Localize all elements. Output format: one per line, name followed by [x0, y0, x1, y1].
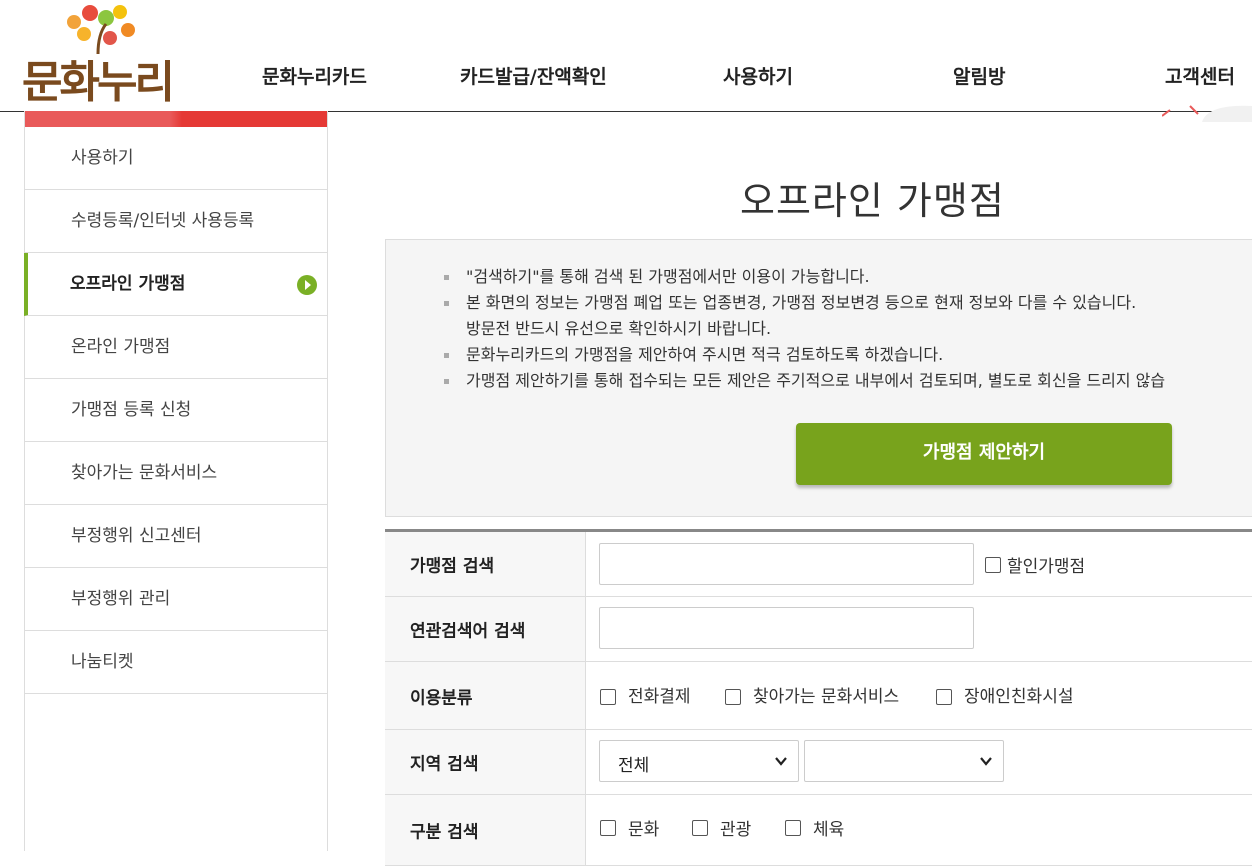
culture-label: 문화	[628, 820, 660, 840]
notice-item: 가맹점 제안하기를 통해 접수되는 모든 제안은 주기적으로 내부에서 검토되며…	[443, 368, 1165, 394]
sidebar-item-store-apply[interactable]: 가맹점 등록 신청	[25, 379, 327, 442]
keyword-search-input[interactable]	[599, 607, 974, 649]
phone-payment-checkbox[interactable]	[600, 689, 616, 705]
sidebar-item-label: 부정행위 신고센터	[71, 526, 202, 546]
sidebar-item-fraud-report[interactable]: 부정행위 신고센터	[25, 505, 327, 568]
store-search-input[interactable]	[599, 543, 974, 585]
store-search-label: 가맹점 검색	[410, 556, 495, 577]
usage-type-label: 이용분류	[410, 688, 473, 708]
page-title: 오프라인 가맹점	[740, 179, 1005, 223]
search-row-region: 지역 검색 전체	[385, 730, 1252, 795]
phone-payment-label: 전화결제	[628, 687, 691, 707]
sidebar-item-label: 나눔티켓	[71, 652, 134, 672]
nav-item-notice[interactable]: 알림방	[953, 62, 1005, 89]
notice-item: 본 화면의 정보는 가맹점 폐업 또는 업종변경, 가맹점 정보변경 등으로 현…	[443, 290, 1165, 316]
row-header: 연관검색어 검색	[385, 597, 586, 661]
region-select-value: 전체	[618, 756, 650, 776]
sidebar-item-label: 수령등록/인터넷 사용등록	[71, 211, 255, 231]
sidebar-item-online-store[interactable]: 온라인 가맹점	[25, 316, 327, 379]
disability-friendly-checkbox[interactable]	[936, 689, 952, 705]
search-row-usage-type: 이용분류 전화결제 찾아가는 문화서비스 장애인친화시설	[385, 662, 1252, 730]
main-nav: 문화누리카드 카드발급/잔액확인 사용하기 알림방 고객센터	[0, 62, 1252, 92]
notice-item: 방문전 반드시 유선으로 확인하시기 바랍니다.	[466, 319, 772, 338]
tourism-checkbox[interactable]	[692, 820, 708, 836]
sidebar-item-fraud-manage[interactable]: 부정행위 관리	[25, 568, 327, 631]
sidebar-item-label: 사용하기	[71, 148, 134, 168]
sidebar-item-label: 부정행위 관리	[71, 589, 171, 609]
sidebar-item-label: 찾아가는 문화서비스	[71, 463, 218, 483]
sidebar-item-label: 가맹점 등록 신청	[71, 400, 192, 420]
propose-store-button[interactable]: 가맹점 제안하기	[796, 423, 1172, 485]
notice-list: "검색하기"를 통해 검색 된 가맹점에서만 이용이 가능합니다. 본 화면의 …	[443, 264, 1165, 394]
notice-item: "검색하기"를 통해 검색 된 가맹점에서만 이용이 가능합니다.	[443, 264, 1165, 290]
sidebar-item-visiting-service[interactable]: 찾아가는 문화서비스	[25, 442, 327, 505]
notice-box: "검색하기"를 통해 검색 된 가맹점에서만 이용이 가능합니다. 본 화면의 …	[385, 239, 1252, 517]
header-decoration-icon	[1162, 105, 1252, 122]
nav-item-issue-balance[interactable]: 카드발급/잔액확인	[460, 62, 607, 89]
disability-friendly-label: 장애인친화시설	[964, 687, 1074, 707]
search-row-category: 구분 검색 문화 관광 체육	[385, 795, 1252, 866]
search-form: 가맹점 검색 할인가맹점 연관검색어 검색 이용분류 전화결제 찾아가는 문화서…	[385, 529, 1252, 866]
visiting-service-checkbox[interactable]	[725, 689, 741, 705]
discount-store-checkbox[interactable]	[985, 557, 1001, 573]
sidebar-nav: 사용하기 수령등록/인터넷 사용등록 오프라인 가맹점 온라인 가맹점 가맹점 …	[24, 111, 328, 851]
chevron-down-icon	[980, 757, 992, 766]
sports-label: 체육	[813, 820, 845, 840]
region-search-label: 지역 검색	[410, 754, 479, 775]
category-search-label: 구분 검색	[410, 822, 479, 843]
chevron-right-icon	[297, 275, 317, 295]
culture-checkbox[interactable]	[600, 820, 616, 836]
keyword-search-label: 연관검색어 검색	[410, 621, 526, 642]
search-row-keyword: 연관검색어 검색	[385, 597, 1252, 662]
chevron-down-icon	[775, 757, 787, 766]
sidebar-item-offline-store[interactable]: 오프라인 가맹점	[24, 253, 327, 316]
nav-item-customer-center[interactable]: 고객센터	[1165, 62, 1235, 89]
row-header: 구분 검색	[385, 795, 586, 865]
nav-item-usage[interactable]: 사용하기	[723, 62, 793, 89]
sports-checkbox[interactable]	[785, 820, 801, 836]
nav-item-card[interactable]: 문화누리카드	[262, 62, 367, 89]
search-row-store: 가맹점 검색 할인가맹점	[385, 532, 1252, 597]
row-header: 이용분류	[385, 662, 586, 729]
row-header: 지역 검색	[385, 730, 586, 794]
tourism-label: 관광	[720, 820, 752, 840]
site-header: 문화누리 문화누리카드 카드발급/잔액확인 사용하기 알림방 고객센터	[0, 0, 1252, 122]
discount-store-label: 할인가맹점	[1007, 557, 1086, 577]
sidebar-item-usage[interactable]: 사용하기	[25, 127, 327, 190]
sidebar-item-label: 온라인 가맹점	[71, 337, 171, 357]
sidebar-top-bar	[25, 111, 327, 127]
sidebar-item-registration[interactable]: 수령등록/인터넷 사용등록	[25, 190, 327, 253]
row-header: 가맹점 검색	[385, 532, 586, 596]
visiting-service-label: 찾아가는 문화서비스	[753, 687, 900, 707]
subregion-select[interactable]	[804, 740, 1004, 782]
notice-item: 문화누리카드의 가맹점을 제안하여 주시면 적극 검토하도록 하겠습니다.	[443, 342, 1165, 368]
sidebar-item-label: 오프라인 가맹점	[70, 274, 186, 294]
sidebar-item-share-ticket[interactable]: 나눔티켓	[25, 631, 327, 694]
region-select[interactable]: 전체	[599, 740, 799, 782]
